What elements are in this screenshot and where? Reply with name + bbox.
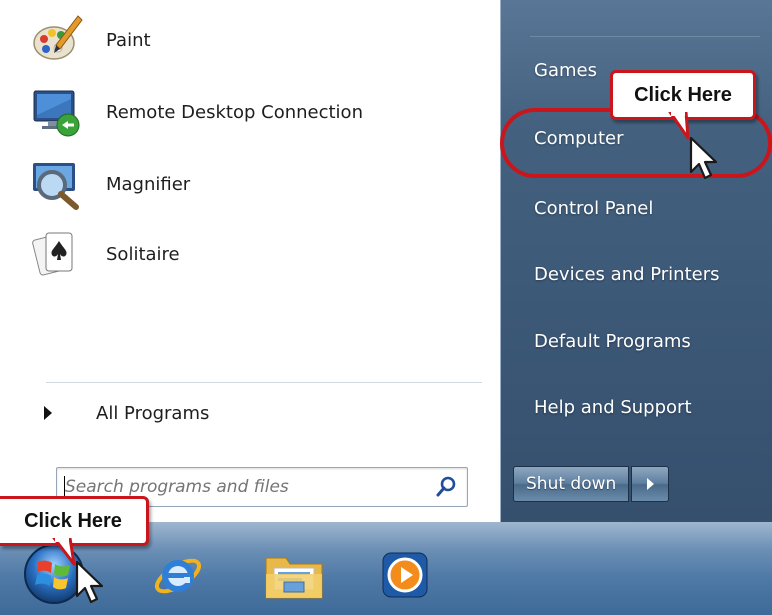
program-item-remote-desktop[interactable]: Remote Desktop Connection: [30, 82, 490, 142]
internet-explorer-icon[interactable]: [150, 546, 206, 606]
pane-separator: [530, 36, 760, 37]
magnifier-icon: [30, 157, 84, 211]
expand-arrow-icon: [44, 406, 52, 420]
windows-explorer-folder-icon[interactable]: [262, 548, 326, 608]
all-programs-label: All Programs: [96, 402, 210, 424]
menu-divider: [46, 382, 482, 383]
link-help-and-support[interactable]: Help and Support: [534, 397, 692, 418]
program-label: Remote Desktop Connection: [106, 101, 363, 123]
link-control-panel[interactable]: Control Panel: [534, 198, 653, 219]
shutdown-button[interactable]: Shut down: [513, 466, 630, 502]
callout-text: Click Here: [634, 83, 732, 106]
program-item-paint[interactable]: Paint: [30, 10, 490, 70]
link-games[interactable]: Games: [534, 60, 597, 81]
media-player-icon[interactable]: [380, 550, 430, 604]
shutdown-options-button[interactable]: [631, 466, 670, 502]
program-label: Magnifier: [106, 173, 191, 195]
programs-pane: Paint Remote Desktop Connection Magnifie…: [18, 0, 501, 522]
remote-desktop-icon: [30, 85, 84, 139]
program-item-magnifier[interactable]: Magnifier: [30, 154, 490, 214]
solitaire-cards-icon: [30, 227, 84, 281]
program-item-solitaire[interactable]: Solitaire: [30, 224, 490, 284]
mouse-cursor-icon: [75, 560, 104, 604]
mouse-cursor-icon: [689, 136, 718, 180]
link-devices-and-printers[interactable]: Devices and Printers: [534, 264, 720, 285]
search-icon[interactable]: [435, 476, 457, 502]
paint-palette-icon: [30, 13, 84, 67]
all-programs-item[interactable]: All Programs: [44, 396, 484, 430]
program-label: Paint: [106, 29, 151, 51]
chevron-right-icon: [646, 478, 654, 490]
shutdown-group: Shut down: [513, 466, 670, 502]
program-label: Solitaire: [106, 243, 180, 265]
link-default-programs[interactable]: Default Programs: [534, 331, 691, 352]
callout-text: Click Here: [24, 509, 122, 532]
